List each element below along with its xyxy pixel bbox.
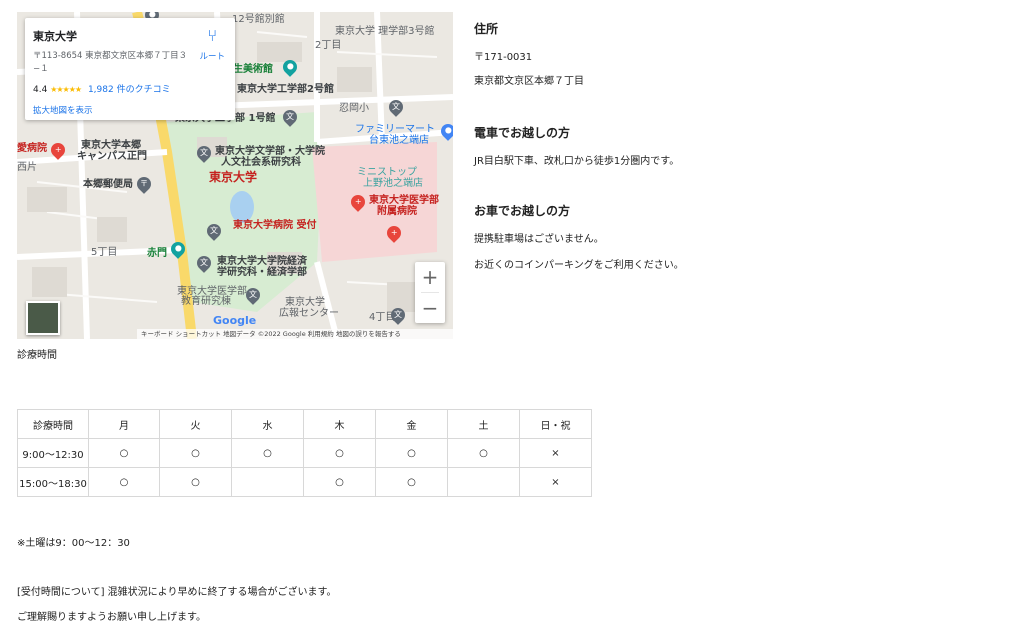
address-text: 東京都文京区本郷７丁目 xyxy=(474,76,584,87)
map-label: 東京大学 xyxy=(285,297,325,308)
table-cell: ○ xyxy=(88,438,160,468)
map-label: 東京大学文学部・大学院 xyxy=(215,146,325,157)
table-cell: ○ xyxy=(375,438,448,468)
saturday-note: ※土曜は9：00〜12：30 xyxy=(17,538,130,549)
zoom-in-button[interactable]: + xyxy=(415,262,445,292)
table-cell: ○ xyxy=(231,438,304,468)
train-heading: 電車でお越しの方 xyxy=(474,126,571,140)
table-header-cell: 木 xyxy=(303,409,376,439)
zoom-out-button[interactable]: − xyxy=(415,293,445,323)
table-cell: ○ xyxy=(88,467,160,497)
map-label: ファミリーマート xyxy=(355,124,435,135)
map-label: 忍岡小 xyxy=(339,103,369,114)
map-label: 人文社会系研究科 xyxy=(221,157,301,168)
map-label: 東京大学本郷 xyxy=(81,140,141,151)
map-label: 5丁目 xyxy=(91,247,118,258)
table-header-cell: 金 xyxy=(375,409,448,439)
map-label: 赤門 xyxy=(147,248,167,259)
table-cell: ○ xyxy=(303,467,376,497)
map-attribution[interactable]: キーボード ショートカット 地図データ ©2022 Google 利用規約 地図… xyxy=(137,329,453,339)
car-text-2: お近くのコインパーキングをご利用ください。 xyxy=(474,260,684,271)
map-label: 愛病院 xyxy=(17,143,47,154)
table-cell: × xyxy=(519,467,592,497)
rating-stars-icon: ★★★★★ xyxy=(50,85,82,94)
embedded-map[interactable]: 12号館別館 東京大学 理学部3号館 2丁目 生美術館 東京大学工学部2号館 東… xyxy=(17,12,453,339)
map-label: 教育研究棟 xyxy=(181,296,231,307)
table-cell: ○ xyxy=(159,467,232,497)
place-rating: 4.4 ★★★★★ 1,982 件のクチコミ xyxy=(33,82,171,95)
map-label: 2丁目 xyxy=(315,40,342,51)
reviews-link[interactable]: 1,982 件のクチコミ xyxy=(88,85,171,95)
table-header-cell: 診療時間 xyxy=(17,409,89,439)
satellite-toggle-button[interactable] xyxy=(26,301,60,335)
table-cell: ○ xyxy=(447,438,520,468)
map-label: 学研究科・経済学部 xyxy=(217,267,307,278)
map-label: ミニストップ xyxy=(357,167,417,178)
table-cell: ○ xyxy=(375,467,448,497)
hours-table: 診療時間 月 火 水 木 金 土 日・祝 9:00〜12:30 ○ ○ ○ ○ … xyxy=(17,409,592,497)
car-heading: お車でお越しの方 xyxy=(474,204,571,218)
table-header-cell: 日・祝 xyxy=(519,409,592,439)
map-label: 東京大学工学部2号館 xyxy=(237,84,334,95)
place-name: 東京大学 xyxy=(33,30,77,43)
zoom-controls: + − xyxy=(415,262,445,323)
table-cell xyxy=(447,467,520,497)
reception-note-1: [受付時間について] 混雑状況により早めに終了する場合がございます。 xyxy=(17,587,337,598)
table-header-cell: 水 xyxy=(231,409,304,439)
address-heading: 住所 xyxy=(474,22,499,36)
map-label: 東京大学病院 受付 xyxy=(233,220,317,231)
map-label: 台東池之端店 xyxy=(369,135,429,146)
reception-note-2: ご理解賜りますようお願い申し上げます。 xyxy=(17,612,206,623)
place-info-card: 東京大学 〒113-8654 東京都文京区本郷７丁目３−１ 4.4 ★★★★★ … xyxy=(25,18,235,120)
map-label: 東京大学大学院経済 xyxy=(217,256,307,267)
hours-heading: 診療時間 xyxy=(17,350,57,361)
map-label: キャンパス正門 xyxy=(77,151,147,162)
table-cell: 15:00〜18:30 xyxy=(17,467,89,497)
table-header-cell: 火 xyxy=(159,409,232,439)
map-label: 本郷郵便局 xyxy=(83,179,133,190)
table-header-cell: 月 xyxy=(88,409,160,439)
directions-icon: ⑂ xyxy=(207,26,218,45)
google-logo: Google xyxy=(213,314,257,327)
map-label-university: 東京大学 xyxy=(209,170,258,184)
car-text-1: 提携駐車場はございません。 xyxy=(474,234,604,245)
table-cell xyxy=(231,467,304,497)
map-label: 12号館別館 xyxy=(232,14,285,25)
map-label: 生美術館 xyxy=(233,64,273,75)
map-label: 附属病院 xyxy=(377,206,417,217)
train-text: JR目白駅下車、改札口から徒歩1分圏内です。 xyxy=(474,156,680,167)
map-label: 広報センター xyxy=(279,308,339,319)
map-label: 上野池之端店 xyxy=(363,178,423,189)
map-label: 西片 xyxy=(17,162,37,173)
table-header-cell: 土 xyxy=(447,409,520,439)
table-cell: ○ xyxy=(159,438,232,468)
place-address: 〒113-8654 東京都文京区本郷７丁目３−１ xyxy=(33,51,188,74)
map-label: 東京大学医学部 xyxy=(369,195,439,206)
table-cell: ○ xyxy=(303,438,376,468)
postal-code: 〒171-0031 xyxy=(474,52,533,63)
table-cell: 9:00〜12:30 xyxy=(17,438,89,468)
rating-value: 4.4 xyxy=(33,85,48,95)
table-header-row: 診療時間 月 火 水 木 金 土 日・祝 xyxy=(17,409,592,439)
table-row: 15:00〜18:30 ○ ○ ○ ○ × xyxy=(17,467,592,497)
route-label: ルート xyxy=(199,52,225,62)
table-cell: × xyxy=(519,438,592,468)
route-button[interactable]: ⑂ ルート xyxy=(199,26,225,63)
map-label: 東京大学 理学部3号館 xyxy=(335,26,435,37)
table-row: 9:00〜12:30 ○ ○ ○ ○ ○ ○ × xyxy=(17,438,592,468)
enlarge-map-link[interactable]: 拡大地図を表示 xyxy=(33,104,93,116)
